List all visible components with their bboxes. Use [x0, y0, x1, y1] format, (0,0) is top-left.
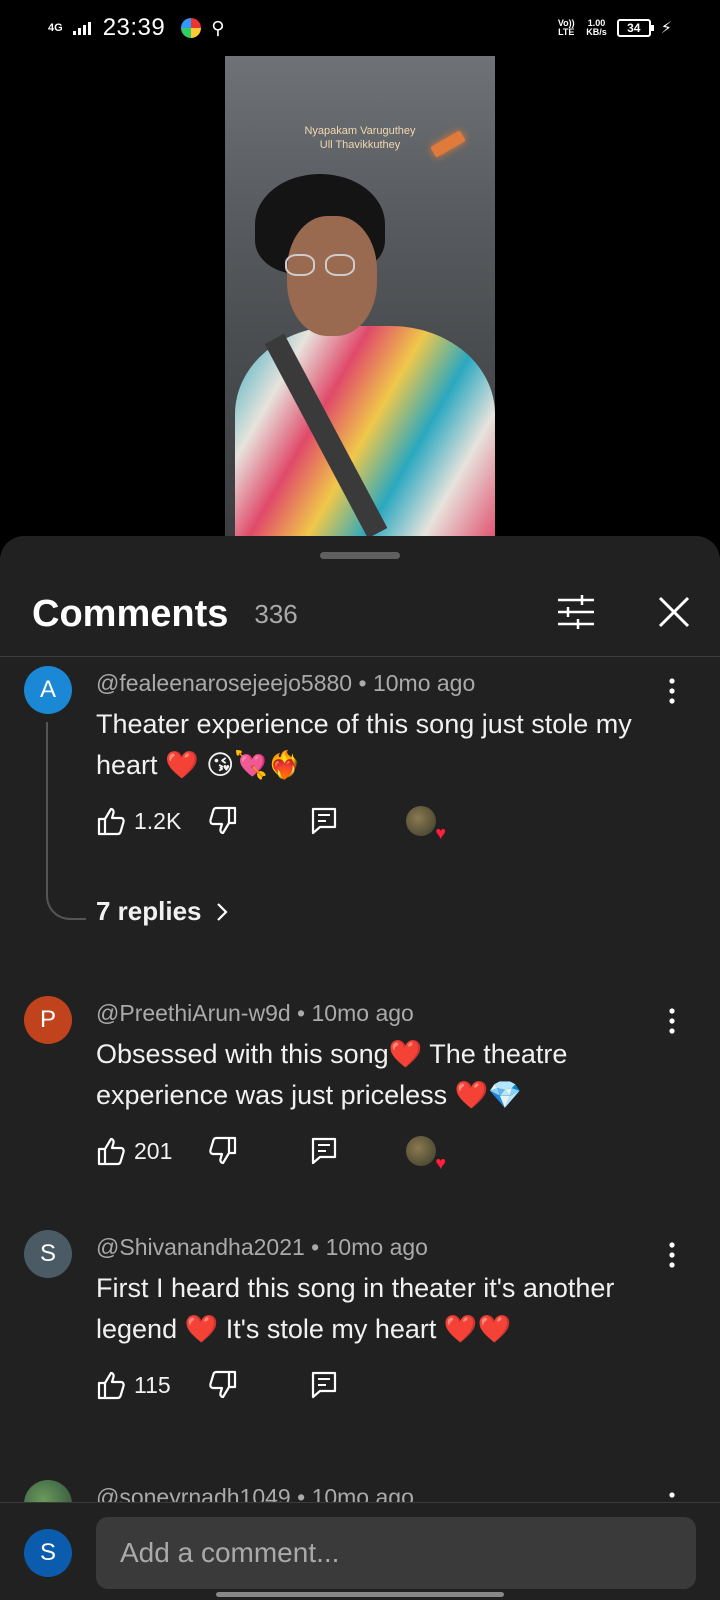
- dislike-button[interactable]: [208, 1370, 238, 1400]
- comments-count: 336: [254, 598, 298, 629]
- heart-icon: ♥: [435, 1153, 446, 1173]
- drag-handle[interactable]: [320, 552, 400, 559]
- reply-button[interactable]: [310, 1136, 338, 1166]
- header-divider: [0, 656, 720, 657]
- creator-avatar: ♥: [406, 806, 446, 843]
- comment-actions: 1.2K ♥: [96, 806, 616, 846]
- video-lyrics-caption: Nyapakam Varuguthey Ull Thavikkuthey: [304, 125, 416, 151]
- battery-icon: 34: [616, 19, 654, 37]
- like-button[interactable]: 201: [96, 1136, 172, 1166]
- reply-icon: [310, 806, 338, 836]
- network-type: 4G: [48, 22, 63, 34]
- clock: 23:39: [102, 14, 166, 41]
- more-options-icon[interactable]: [660, 1240, 684, 1270]
- volte-indicator: Vo)) LTE: [557, 18, 575, 37]
- comment-text: Obsessed with this song❤️ The theatre ex…: [96, 1039, 568, 1110]
- dislike-button[interactable]: [208, 806, 238, 836]
- like-count: 115: [134, 1371, 171, 1398]
- thread-line: [46, 722, 86, 920]
- thumbs-up-icon: [96, 1136, 126, 1166]
- reply-button[interactable]: [310, 806, 338, 836]
- comment-text: First I heard this song in theater it's …: [96, 1273, 615, 1344]
- comment-meta: @PreethiArun-w9d • 10mo ago: [96, 1000, 414, 1026]
- thumbs-up-icon: [96, 806, 126, 836]
- like-button[interactable]: 115: [96, 1370, 171, 1400]
- comment-item: S @Shivanandha2021 • 10mo ago First I he…: [0, 1230, 720, 1430]
- comment-item: P @PreethiArun-w9d • 10mo ago Obsessed w…: [0, 996, 720, 1196]
- comment-time: 10mo ago: [311, 1000, 414, 1026]
- avatar[interactable]: P: [24, 996, 72, 1044]
- app-notification-icon: [181, 18, 202, 38]
- charging-icon: ⚡: [660, 20, 672, 37]
- comment-actions: 201 ♥: [96, 1136, 616, 1176]
- user-avatar[interactable]: S: [24, 1529, 72, 1577]
- view-replies-button[interactable]: 7 replies: [96, 896, 228, 927]
- usb-icon: ⚲: [211, 17, 225, 38]
- avatar[interactable]: A: [24, 666, 72, 714]
- comment-text: Theater experience of this song just sto…: [96, 709, 632, 780]
- comments-title: Comments: [32, 592, 229, 635]
- comments-header: Comments 336: [0, 576, 720, 652]
- creator-heart: ♥: [406, 806, 446, 843]
- thumbs-down-icon: [208, 1370, 238, 1400]
- comment-time: 10mo ago: [325, 1234, 428, 1260]
- reply-icon: [310, 1136, 338, 1166]
- close-icon[interactable]: [656, 594, 692, 630]
- comment-meta: @Shivanandha2021 • 10mo ago: [96, 1234, 428, 1260]
- comment-author[interactable]: @Shivanandha2021: [96, 1234, 305, 1260]
- comment-item: A @fealeenarosejeejo5880 • 10mo ago Thea…: [0, 666, 720, 986]
- heart-icon: ♥: [435, 823, 446, 843]
- creator-heart: ♥: [406, 1136, 446, 1173]
- avatar[interactable]: S: [24, 1230, 72, 1278]
- dislike-button[interactable]: [208, 1136, 238, 1166]
- home-indicator[interactable]: [216, 1592, 504, 1597]
- creator-avatar: ♥: [406, 1136, 446, 1173]
- more-options-icon[interactable]: [660, 1006, 684, 1036]
- more-options-icon[interactable]: [660, 676, 684, 706]
- status-bar: 4G 23:39 ⚲ Vo)) LTE 1.00 KB/s 34 ⚡: [0, 0, 720, 56]
- chevron-right-icon: [216, 902, 228, 922]
- comment-author[interactable]: @fealeenarosejeejo5880: [96, 670, 352, 696]
- signal-icon: [72, 21, 91, 35]
- add-comment-input[interactable]: [96, 1517, 696, 1589]
- comment-meta: @fealeenarosejeejo5880 • 10mo ago: [96, 670, 476, 696]
- thumbs-up-icon: [96, 1370, 126, 1400]
- comments-sheet: Comments 336 A @fealeenarosejeejo5880 • …: [0, 536, 720, 1600]
- comment-author[interactable]: @PreethiArun-w9d: [96, 1000, 291, 1026]
- video-player[interactable]: Nyapakam Varuguthey Ull Thavikkuthey: [225, 56, 495, 536]
- like-button[interactable]: 1.2K: [96, 806, 181, 836]
- like-count: 1.2K: [134, 807, 182, 834]
- thumbs-down-icon: [208, 806, 238, 836]
- comment-actions: 115: [96, 1370, 616, 1410]
- comment-time: 10mo ago: [372, 670, 476, 696]
- thumbs-down-icon: [208, 1136, 238, 1166]
- filter-icon[interactable]: [556, 594, 596, 630]
- reply-icon: [310, 1370, 338, 1400]
- network-speed: 1.00 KB/s: [586, 18, 607, 37]
- like-count: 201: [134, 1137, 173, 1164]
- reply-button[interactable]: [310, 1370, 338, 1400]
- comment-input-bar: S: [0, 1502, 720, 1600]
